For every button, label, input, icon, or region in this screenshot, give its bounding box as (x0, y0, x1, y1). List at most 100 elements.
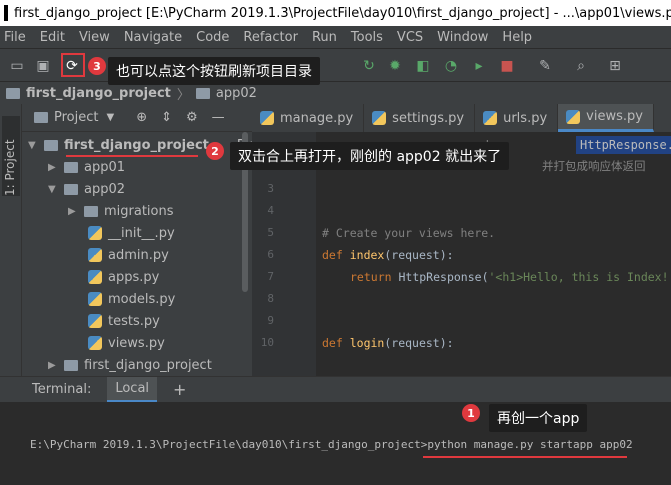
tab-label: urls.py (503, 110, 548, 126)
terminal-header: Terminal: Local + (0, 376, 671, 403)
breadcrumb: first_django_project 〉 app02 (0, 82, 671, 104)
tree-item-file[interactable]: models.py (88, 288, 175, 310)
python-file-icon (88, 292, 102, 306)
title-bar: first_django_project [E:\PyCharm 2019.1.… (0, 0, 671, 26)
line-number: 4 (267, 204, 274, 217)
line-number: 9 (267, 314, 274, 327)
tree-item-file[interactable]: tests.py (88, 310, 160, 332)
code-partial: 并打包成响应体返回 (542, 159, 646, 173)
vcs-icon[interactable]: ⊞ (606, 57, 624, 75)
collapse-icon[interactable]: ⇕ (161, 110, 172, 125)
python-file-icon (88, 248, 102, 262)
folder-icon (64, 183, 78, 195)
menu-vcs[interactable]: VCS (397, 30, 423, 45)
gear-icon[interactable]: ⚙ (186, 110, 198, 125)
line-number: 7 (267, 270, 274, 283)
tool-window-strip: 1: Project (0, 104, 22, 376)
chevron-right-icon[interactable]: ▶ (48, 360, 58, 371)
code-line: def index(request): (322, 248, 454, 262)
menu-bar: File Edit View Navigate Code Refactor Ru… (0, 26, 671, 48)
tree-item-inner-project[interactable]: ▶ first_django_project (48, 354, 212, 376)
stop-icon[interactable]: ■ (498, 57, 516, 75)
hide-icon[interactable]: — (212, 110, 225, 125)
line-number: 3 (267, 182, 274, 195)
terminal-tab-local[interactable]: Local (107, 376, 158, 403)
annotation-number-3: 3 (88, 57, 106, 75)
menu-view[interactable]: View (79, 30, 110, 45)
breadcrumb-project[interactable]: first_django_project (26, 86, 171, 101)
menu-tools[interactable]: Tools (351, 30, 383, 45)
line-number: 8 (267, 292, 274, 305)
locate-icon[interactable]: ⊕ (136, 110, 147, 125)
python-file-icon (88, 336, 102, 350)
tab-settings[interactable]: settings.py (364, 104, 476, 132)
breadcrumb-folder[interactable]: app02 (216, 86, 257, 101)
python-file-icon (566, 109, 581, 124)
run-concurrency-icon[interactable]: ▸ (470, 57, 488, 75)
chevron-down-icon[interactable]: ▼ (28, 140, 38, 151)
menu-edit[interactable]: Edit (40, 30, 65, 45)
code-string: '<h1>Hello, this is Index!' (488, 270, 671, 284)
menu-help[interactable]: Help (502, 30, 532, 45)
code-params: (request): (384, 248, 454, 262)
tree-item-file[interactable]: __init__.py (88, 222, 175, 244)
tree-label: admin.py (108, 247, 169, 263)
tree-item-file[interactable]: views.py (88, 332, 165, 354)
open-folder-icon[interactable]: ▭ (8, 57, 26, 75)
folder-icon (84, 205, 98, 217)
tree-label: models.py (108, 291, 176, 307)
tab-label: manage.py (280, 110, 354, 126)
tree-item-file[interactable]: apps.py (88, 266, 159, 288)
folder-icon (195, 87, 210, 99)
tab-label: views.py (586, 109, 643, 124)
search-icon[interactable]: ⌕ (572, 57, 590, 75)
terminal-command: python manage.py startapp app02 (427, 438, 633, 451)
tab-manage[interactable]: manage.py (252, 104, 365, 132)
python-file-icon (260, 111, 274, 125)
menu-refactor[interactable]: Refactor (243, 30, 298, 45)
chevron-right-icon[interactable]: ▶ (68, 206, 78, 217)
project-tool-label[interactable]: 1: Project (3, 139, 17, 196)
code-badge: HttpResponse. (576, 136, 671, 154)
window-title: first_django_project [E:\PyCharm 2019.1.… (14, 5, 671, 21)
coverage-icon[interactable]: ◧ (414, 57, 432, 75)
profile-icon[interactable]: ◔ (442, 57, 460, 75)
menu-run[interactable]: Run (312, 30, 337, 45)
menu-window[interactable]: Window (437, 30, 488, 45)
python-file-icon (372, 111, 387, 125)
menu-code[interactable]: Code (196, 30, 229, 45)
tree-label: __init__.py (108, 225, 175, 241)
line-number: 6 (267, 248, 274, 261)
wrench-icon[interactable]: ✎ (536, 57, 554, 75)
tree-item-migrations[interactable]: ▶ migrations (68, 200, 174, 222)
chevron-down-icon[interactable]: ▼ (106, 112, 114, 123)
code-keyword: def (322, 336, 343, 350)
add-terminal-icon[interactable]: + (173, 380, 186, 399)
folder-icon (44, 139, 58, 151)
tree-item-file[interactable]: admin.py (88, 244, 169, 266)
project-panel-title[interactable]: Project (54, 110, 98, 125)
code-line: return HttpResponse('<h1>Hello, this is … (350, 270, 671, 284)
tab-views[interactable]: views.py (558, 104, 654, 132)
save-icon[interactable]: ▣ (34, 57, 52, 75)
code-keyword: def (322, 248, 343, 262)
tree-label: app01 (84, 159, 126, 175)
run-refresh-icon[interactable]: ↻ (360, 57, 378, 75)
folder-icon (6, 87, 20, 99)
tree-item-app01[interactable]: ▶ app01 (48, 156, 125, 178)
tab-urls[interactable]: urls.py (475, 104, 559, 132)
code-comment: # Create your views here. (322, 226, 496, 240)
refresh-highlight-box (61, 53, 85, 77)
chevron-down-icon[interactable]: ▼ (48, 184, 58, 195)
tree-item-app02[interactable]: ▼ app02 (48, 178, 125, 200)
chevron-right-icon[interactable]: ▶ (48, 162, 58, 173)
code-params: (request): (384, 336, 454, 350)
menu-navigate[interactable]: Navigate (124, 30, 182, 45)
menu-file[interactable]: File (4, 30, 26, 45)
code-keyword: return (350, 270, 392, 284)
project-panel-header: Project ▼ ⊕ ⇕ ⚙ — (22, 104, 252, 132)
debug-icon[interactable]: ✹ (386, 57, 404, 75)
folder-icon (64, 161, 78, 173)
line-number: 10 (260, 336, 274, 349)
tree-label: first_django_project (64, 137, 209, 153)
